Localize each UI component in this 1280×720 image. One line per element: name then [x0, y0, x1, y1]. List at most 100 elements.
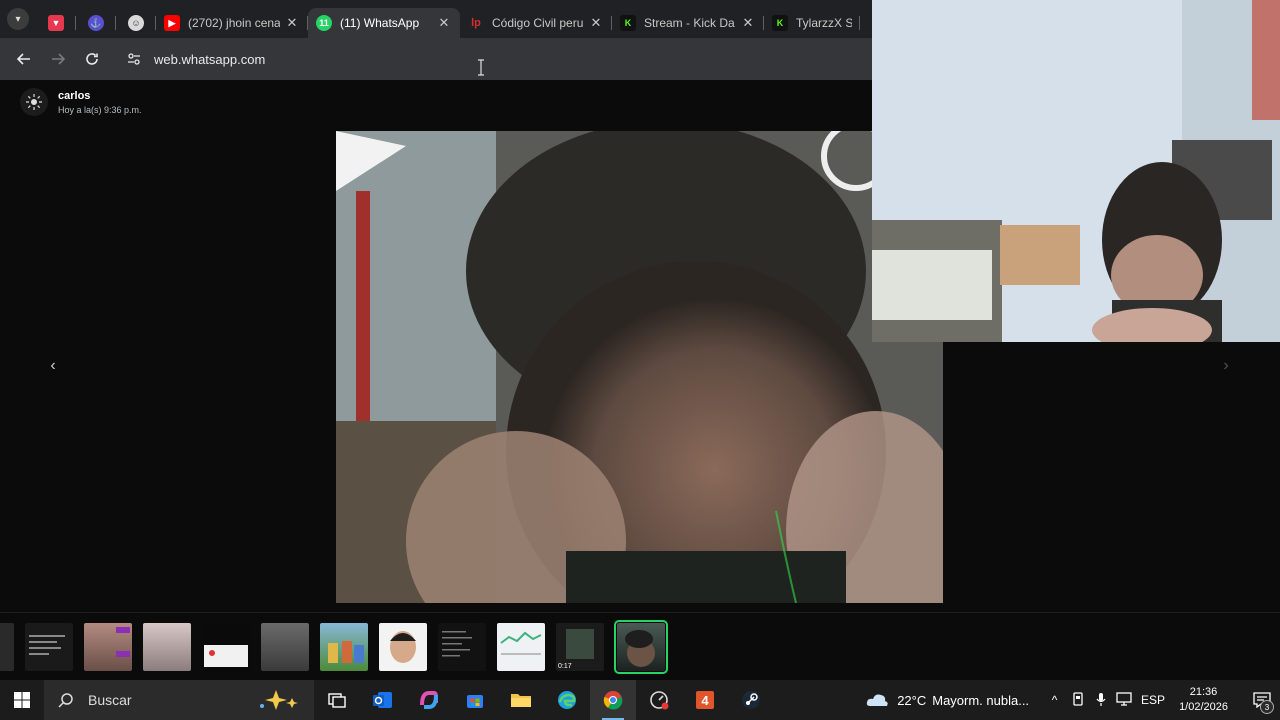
tab-title: (2702) jhoin cena — [188, 16, 280, 30]
browser-tab-strip: ▾ ▼ ⚓ ☺ ▶ (2702) jhoin cena ✕ 11 (11) Wh… — [0, 0, 872, 38]
chevron-up-icon[interactable]: ^ — [1043, 693, 1066, 707]
forward-button[interactable] — [42, 43, 74, 75]
screen: ▾ ▼ ⚓ ☺ ▶ (2702) jhoin cena ✕ 11 (11) Wh… — [0, 0, 1280, 720]
thumbnail[interactable] — [202, 623, 250, 671]
sender-time: Hoy a la(s) 9:36 p.m. — [58, 104, 142, 115]
tab-pinned-3[interactable]: ☺ — [116, 8, 156, 38]
arrow-right-icon — [52, 53, 66, 65]
language-indicator[interactable]: ESP — [1135, 693, 1171, 707]
tab-youtube[interactable]: ▶ (2702) jhoin cena ✕ — [156, 8, 308, 38]
media-video-frame[interactable] — [336, 131, 943, 603]
thumbnail[interactable]: 0:17 — [556, 623, 604, 671]
kick-icon: K — [620, 15, 636, 31]
sun-avatar-icon — [26, 94, 42, 110]
reload-icon — [86, 53, 98, 65]
svg-text:4: 4 — [701, 693, 709, 708]
chrome-app-button[interactable] — [590, 680, 636, 720]
thumbnail[interactable] — [379, 623, 427, 671]
start-button[interactable] — [0, 680, 44, 720]
clock-time: 21:36 — [1189, 686, 1218, 698]
chevron-left-icon: ‹ — [50, 357, 56, 374]
thumbnail[interactable] — [320, 623, 368, 671]
cloudy-weather-icon — [866, 694, 888, 706]
site-settings-icon[interactable] — [124, 49, 144, 69]
webcam-image — [872, 0, 1280, 342]
tab-kick-stream[interactable]: K Stream - Kick Da ✕ — [612, 8, 764, 38]
microphone-icon[interactable] — [1089, 692, 1112, 709]
previous-media-button[interactable]: ‹ — [43, 356, 63, 376]
kick-icon: K — [772, 15, 788, 31]
windows-taskbar: Buscar 4 22°C Mayorm. nubla... ^ ESP 21:… — [0, 680, 1280, 720]
steam-icon — [742, 691, 760, 709]
thumbnail[interactable] — [497, 623, 545, 671]
clock-date: 1/02/2026 — [1179, 701, 1228, 713]
thumbnail[interactable] — [143, 623, 191, 671]
notification-count: 3 — [1260, 700, 1274, 714]
video-duration: 0:17 — [558, 663, 572, 670]
edge-icon — [558, 691, 576, 709]
avatar — [20, 88, 48, 116]
text-cursor-icon — [478, 59, 484, 76]
whatsapp-icon: 11 — [316, 15, 332, 31]
copilot-app-button[interactable] — [406, 680, 452, 720]
search-label: Buscar — [88, 692, 132, 708]
close-icon[interactable]: ✕ — [588, 15, 604, 31]
next-media-button[interactable]: › — [1216, 356, 1236, 376]
character-icon: ☺ — [128, 15, 144, 31]
copilot-icon — [420, 691, 438, 709]
tab-pinned-2[interactable]: ⚓ — [76, 8, 116, 38]
thumbnail[interactable] — [25, 623, 73, 671]
tab-title: (11) WhatsApp — [340, 16, 420, 30]
thumbnail[interactable] — [438, 623, 486, 671]
back-button[interactable] — [8, 43, 40, 75]
lp-icon: lp — [471, 17, 481, 29]
reload-button[interactable] — [76, 43, 108, 75]
notifications-button[interactable]: 3 — [1244, 692, 1280, 714]
sender-info[interactable]: carlos Hoy a la(s) 9:36 p.m. — [20, 88, 142, 116]
tab-pinned-1[interactable]: ▼ — [36, 8, 76, 38]
steam-app-button[interactable] — [728, 680, 774, 720]
weather-condition-text: Mayorm. nubla... — [932, 692, 1030, 708]
store-icon — [467, 695, 483, 708]
thumbnail[interactable] — [261, 623, 309, 671]
game-four-icon: 4 — [696, 691, 714, 709]
close-icon[interactable]: ✕ — [740, 15, 756, 31]
address-bar[interactable]: web.whatsapp.com — [116, 43, 856, 75]
thumbnail-active[interactable] — [614, 620, 668, 674]
tab-codigo-civil[interactable]: lp Código Civil peru ✕ — [460, 8, 612, 38]
close-icon[interactable]: ✕ — [284, 15, 300, 31]
anchor-app-icon: ⚓ — [88, 15, 104, 31]
temperature-text: 22°C — [897, 692, 927, 708]
chrome-icon — [603, 691, 623, 710]
outlook-app-button[interactable] — [360, 680, 406, 720]
close-icon[interactable]: ✕ — [436, 15, 452, 31]
chevron-right-icon: › — [1223, 357, 1229, 374]
tab-kick-tylarzzx[interactable]: K TylarzzX Strea — [764, 8, 860, 38]
video-frame-image — [336, 131, 943, 603]
thumbnail[interactable] — [84, 623, 132, 671]
thumbnail[interactable] — [0, 623, 14, 671]
network-icon[interactable] — [1112, 691, 1135, 709]
taskbar-search[interactable]: Buscar — [44, 680, 314, 720]
tab-title: Stream - Kick Da — [644, 16, 735, 30]
copilot-sparkle-icon — [260, 690, 298, 710]
browser-toolbar: web.whatsapp.com — [0, 38, 872, 80]
arrow-left-icon — [16, 53, 30, 65]
media-thumbnail-strip: 0:17 — [0, 612, 1280, 680]
store-app-button[interactable] — [452, 680, 498, 720]
edge-app-button[interactable] — [544, 680, 590, 720]
tab-search-button[interactable]: ▾ — [0, 0, 36, 38]
game-app-button[interactable]: 4 — [682, 680, 728, 720]
file-explorer-button[interactable] — [498, 680, 544, 720]
clock[interactable]: 21:36 1/02/2026 — [1179, 685, 1228, 715]
usb-device-icon[interactable] — [1066, 691, 1089, 709]
weather-widget[interactable]: 22°C Mayorm. nubla... — [865, 690, 1029, 710]
system-tray: 22°C Mayorm. nubla... ^ ESP 21:36 1/02/2… — [865, 680, 1280, 720]
task-view-button[interactable] — [314, 680, 360, 720]
tv-app-icon: ▼ — [48, 15, 64, 31]
tab-whatsapp[interactable]: 11 (11) WhatsApp ✕ — [308, 8, 460, 38]
windows-logo-icon — [14, 692, 30, 708]
youtube-icon: ▶ — [164, 15, 180, 31]
speedometer-icon — [650, 691, 669, 710]
recorder-app-button[interactable] — [636, 680, 682, 720]
